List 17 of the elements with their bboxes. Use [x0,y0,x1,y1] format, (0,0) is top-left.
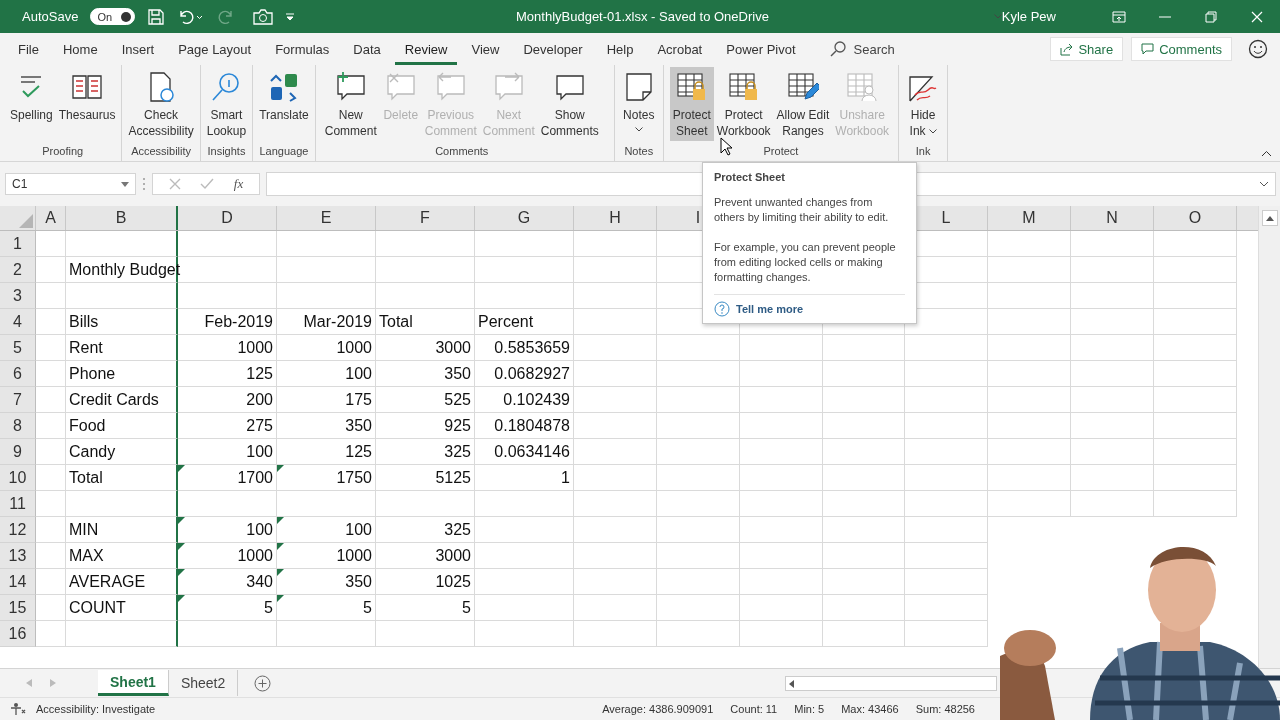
autosave-label: AutoSave [22,9,79,24]
status-stat: Count: 11 [730,703,778,715]
tooltip-text: For example, you can prevent people from editing locked cells or making formatting changes. [714,240,897,285]
group-label: Proofing [42,144,84,159]
group-label: Notes [624,144,654,159]
status-stat: Min: 5 [794,703,825,715]
group-label: Comments [435,144,489,159]
status-stat: Max: 43466 [841,703,899,715]
status-stat: Sum: 48256 [915,703,975,715]
group-label: Ink [915,144,931,159]
tooltip-title: Protect Sheet [714,170,786,185]
status-stat: Average: 4386.909091 [602,703,714,715]
group-label: Accessibility [131,144,192,159]
group-label: Language [259,144,309,159]
group-label: Insights [207,144,246,159]
group-label: Protect [763,144,799,159]
window-title: MonthlyBudget-01.xlsx - Saved to OneDrive [516,9,769,24]
